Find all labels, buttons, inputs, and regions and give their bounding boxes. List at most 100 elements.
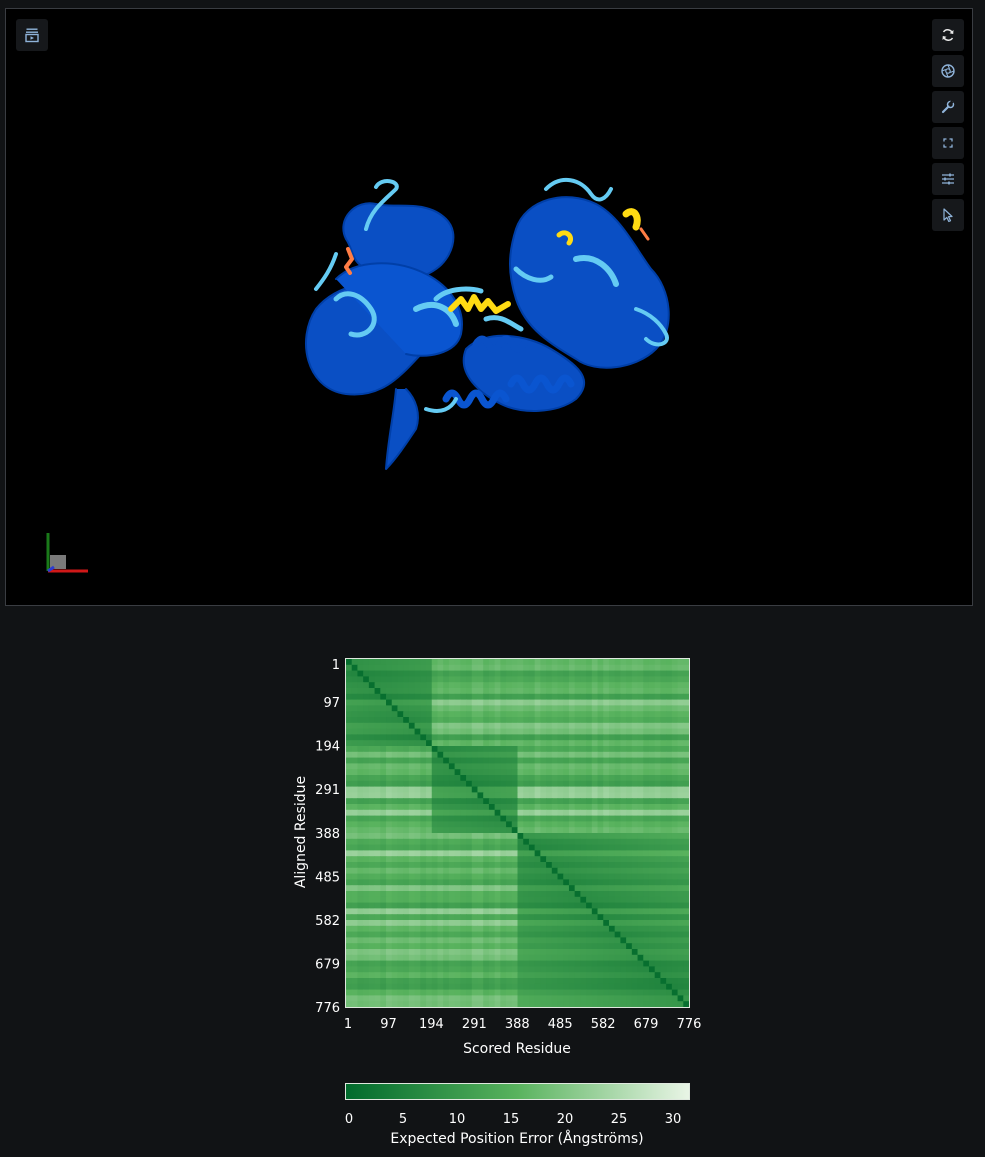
heatmap-cell [506, 827, 513, 834]
heatmap-cell [620, 775, 627, 782]
animation-button[interactable] [16, 19, 48, 51]
heatmap-cell [443, 989, 450, 996]
heatmap-cell [363, 879, 370, 886]
heatmap-cell [346, 827, 353, 834]
heatmap-cell [471, 879, 479, 886]
heatmap-cell [380, 780, 387, 788]
heatmap-cell [683, 769, 690, 776]
heatmap-cell [608, 682, 616, 689]
heatmap-cell [397, 693, 404, 701]
heatmap-cell [637, 757, 644, 764]
controls-button[interactable] [932, 163, 964, 195]
heatmap-cell [580, 734, 587, 741]
heatmap-cell [574, 891, 581, 898]
heatmap-cell [420, 914, 427, 921]
heatmap-cell [591, 937, 599, 944]
heatmap-cell [620, 896, 627, 904]
snapshot-button[interactable] [932, 55, 964, 87]
heatmap-cell [414, 902, 421, 909]
heatmap-cell [580, 763, 587, 770]
heatmap-cell [614, 827, 621, 834]
heatmap-cell [580, 937, 587, 944]
heatmap-cell [666, 676, 673, 683]
heatmap-cell [511, 798, 519, 805]
heatmap-cell [357, 682, 364, 689]
reset-view-button[interactable] [932, 19, 964, 51]
heatmap-cell [557, 763, 564, 770]
pae-heatmap[interactable] [346, 659, 690, 1008]
heatmap-cell [431, 954, 439, 962]
heatmap-cell [437, 670, 444, 677]
heatmap-cell [523, 659, 530, 666]
heatmap-cell [620, 902, 627, 909]
heatmap-cell [403, 664, 410, 672]
heatmap-cell [626, 827, 633, 834]
heatmap-cell [471, 943, 479, 950]
heatmap-cell [597, 699, 604, 706]
heatmap-cell [546, 786, 553, 793]
heatmap-cell [563, 902, 570, 909]
heatmap-cell [483, 740, 490, 747]
heatmap-cell [597, 856, 604, 863]
heatmap-cell [374, 775, 381, 782]
heatmap-cell [648, 920, 656, 927]
heatmap-cell [557, 711, 564, 718]
heatmap-cell [563, 711, 570, 718]
heatmap-cell [671, 844, 679, 851]
heatmap-cell [477, 664, 484, 672]
heatmap-cell [574, 676, 581, 683]
heatmap-cell [591, 786, 599, 793]
fullscreen-button[interactable] [932, 127, 964, 159]
heatmap-cell [374, 978, 381, 985]
heatmap-cell [414, 978, 421, 985]
heatmap-cell [660, 850, 667, 857]
structure-viewer[interactable] [5, 8, 973, 606]
heatmap-cell [631, 746, 639, 753]
heatmap-cell [631, 699, 639, 706]
heatmap-cell [620, 717, 627, 724]
heatmap-cell [551, 850, 559, 857]
heatmap-cell [614, 734, 621, 741]
heatmap-cell [534, 885, 541, 892]
heatmap-cell [460, 763, 467, 770]
heatmap-cell [660, 867, 667, 875]
heatmap-cell [568, 740, 576, 747]
heatmap-cell [608, 937, 616, 944]
heatmap-cell [637, 693, 644, 701]
heatmap-cell [483, 972, 490, 979]
heatmap-cell [546, 937, 553, 944]
heatmap-cell [431, 676, 439, 683]
heatmap-cell [557, 879, 564, 886]
heatmap-cell [454, 902, 461, 909]
heatmap-cell [483, 728, 490, 735]
heatmap-cell [448, 786, 456, 793]
heatmap-cell [500, 896, 507, 904]
heatmap-cell [426, 920, 433, 927]
heatmap-cell [534, 763, 541, 770]
heatmap-cell [511, 699, 519, 706]
heatmap-cell [580, 792, 587, 799]
x-tick-label: 291 [462, 1017, 487, 1032]
heatmap-cell [677, 722, 684, 730]
heatmap-cell [568, 862, 576, 869]
select-mode-button[interactable] [932, 199, 964, 231]
heatmap-cell [597, 873, 604, 880]
heatmap-cell [563, 740, 570, 747]
heatmap-cell [643, 896, 650, 904]
heatmap-cell [551, 937, 559, 944]
heatmap-cell [351, 670, 359, 677]
settings-button[interactable] [932, 91, 964, 123]
heatmap-cell [408, 676, 416, 683]
protein-structure-render[interactable] [276, 159, 696, 489]
heatmap-cell [586, 896, 593, 904]
heatmap-cell [386, 908, 393, 915]
heatmap-cell [637, 960, 644, 967]
heatmap-cell [403, 711, 410, 718]
heatmap-cell [683, 676, 690, 683]
heatmap-cell [397, 682, 404, 689]
heatmap-cell [477, 821, 484, 828]
heatmap-cell [540, 705, 547, 712]
heatmap-cell [483, 659, 490, 666]
heatmap-cell [546, 722, 553, 730]
heatmap-cell [557, 914, 564, 921]
